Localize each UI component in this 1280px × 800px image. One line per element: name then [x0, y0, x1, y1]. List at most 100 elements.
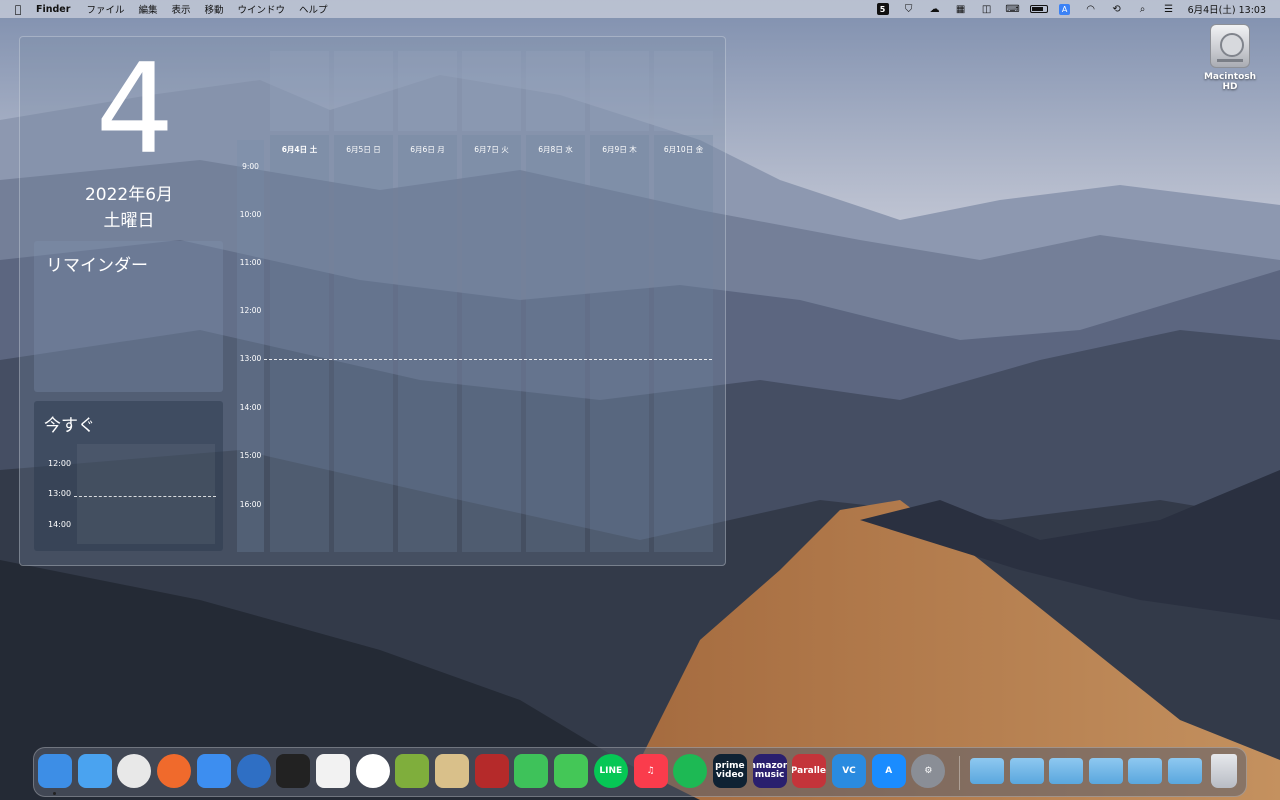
- day-column[interactable]: [334, 135, 393, 552]
- menu-window[interactable]: ウインドウ: [238, 2, 286, 16]
- day-column-header-area: [334, 51, 393, 131]
- now-panel[interactable]: 今すぐ 12:00 13:00 14:00: [34, 401, 223, 551]
- menu-bar:  Finder ファイル 編集 表示 移動 ウインドウ ヘルプ 5 ⛉ ☁ ▦…: [0, 0, 1280, 18]
- day-column-header-area: [590, 51, 649, 131]
- menu-edit[interactable]: 編集: [138, 2, 157, 16]
- day-column[interactable]: [654, 135, 713, 552]
- day-column[interactable]: [398, 135, 457, 552]
- parallels-icon-label: ||Parallels: [792, 765, 826, 776]
- split-screen-icon[interactable]: ◫: [974, 0, 1000, 18]
- amazon-music-icon-label: amazon music: [752, 761, 787, 780]
- five-badge-icon[interactable]: 5: [870, 0, 896, 18]
- pictures-folder-icon[interactable]: [1049, 758, 1083, 784]
- day-column[interactable]: [526, 135, 585, 552]
- safari-icon[interactable]: [77, 754, 112, 788]
- vs-code-icon[interactable]: VC: [832, 754, 866, 788]
- input-method-label: A: [1059, 3, 1071, 15]
- control-center-icon[interactable]: ☰: [1156, 0, 1182, 18]
- now-timeline: [77, 444, 215, 544]
- text-document-icon[interactable]: [315, 754, 350, 788]
- dropbox-folder-icon[interactable]: [1128, 758, 1162, 784]
- keyboard-icon[interactable]: ⌨: [1000, 0, 1026, 18]
- cloud-upload-icon[interactable]: ☁: [922, 0, 948, 18]
- week-hour-label: 16:00: [239, 500, 262, 509]
- app-store-icon[interactable]: A: [871, 754, 906, 788]
- preview-icon[interactable]: [435, 754, 469, 788]
- spotlight-search-icon[interactable]: ⌕: [1130, 0, 1156, 18]
- shield-icon[interactable]: ⛉: [896, 0, 922, 18]
- dock-separator: [959, 756, 960, 790]
- photo-booth-icon[interactable]: [474, 754, 509, 788]
- now-hour-label: 14:00: [48, 520, 72, 529]
- week-current-time-line: [264, 359, 712, 360]
- music-icon[interactable]: ♫: [633, 754, 668, 788]
- applications-folder-icon[interactable]: [970, 758, 1004, 784]
- menu-help[interactable]: ヘルプ: [299, 2, 328, 16]
- system-preferences-icon-label: ⚙: [924, 765, 933, 776]
- layout-icon[interactable]: ▦: [948, 0, 974, 18]
- day-column[interactable]: [462, 135, 521, 552]
- chrome-icon[interactable]: [117, 754, 152, 788]
- thunderbird-icon[interactable]: [236, 754, 271, 788]
- reminders-title: リマインダー: [46, 256, 148, 276]
- day-header-today: 6月4日 土: [281, 145, 318, 154]
- messages-icon[interactable]: [554, 754, 589, 788]
- app-store-icon-label: A: [885, 765, 893, 776]
- day-header: 6月6日 月: [410, 145, 445, 154]
- cloud-folder-icon[interactable]: [1088, 758, 1123, 784]
- menu-clock[interactable]: 6月4日(土) 13:03: [1188, 2, 1266, 16]
- battery-icon[interactable]: [1026, 0, 1052, 18]
- finder-running-indicator: [53, 792, 56, 795]
- facetime-icon[interactable]: [514, 754, 549, 788]
- calendar-widget[interactable]: 4 2022年6月 土曜日 リマインダー 今すぐ 12:00 13:00 14:…: [19, 36, 726, 566]
- time-machine-icon[interactable]: ⟲: [1104, 0, 1130, 18]
- wifi-icon[interactable]: ◠: [1078, 0, 1104, 18]
- line-icon[interactable]: LINE: [593, 754, 628, 788]
- day-header: 6月8日 水: [538, 145, 573, 154]
- terminal-icon[interactable]: [276, 754, 311, 788]
- input-method-icon[interactable]: A: [1052, 0, 1078, 18]
- app-store-folder-icon[interactable]: [1009, 758, 1044, 784]
- apple-icon[interactable]: : [0, 3, 36, 16]
- spotify-icon[interactable]: [673, 754, 708, 788]
- hard-drive-icon: [1210, 24, 1250, 68]
- day-header: 6月7日 火: [474, 145, 509, 154]
- menu-view[interactable]: 表示: [171, 2, 190, 16]
- reminders-panel[interactable]: リマインダー: [34, 241, 223, 392]
- now-current-time-line: [74, 496, 216, 497]
- downloads-folder-icon[interactable]: [1167, 758, 1202, 784]
- now-hour-label: 13:00: [48, 489, 72, 498]
- system-preferences-icon[interactable]: ⚙: [911, 754, 946, 788]
- prime-video-icon-label: prime video: [715, 761, 745, 780]
- now-title: 今すぐ: [44, 416, 95, 436]
- week-hour-label: 12:00: [239, 306, 262, 315]
- day-header: 6月9日 木: [602, 145, 637, 154]
- finder-icon[interactable]: [38, 754, 72, 788]
- day-column[interactable]: [590, 135, 649, 552]
- evernote-icon[interactable]: [355, 754, 390, 788]
- firefox-icon[interactable]: [157, 754, 192, 788]
- week-hour-label: 11:00: [239, 258, 262, 267]
- date-weekday: 土曜日: [103, 211, 155, 231]
- macintosh-hd-desktop-icon[interactable]: Macintosh HD: [1196, 24, 1264, 92]
- status-area: 5 ⛉ ☁ ▦ ◫ ⌨ A ◠ ⟲ ⌕ ☰ 6月4日(土) 13:03: [870, 0, 1280, 18]
- mail-icon[interactable]: [196, 754, 231, 788]
- parallels-icon[interactable]: ||Parallels: [792, 754, 827, 788]
- day-column-header-area: [270, 51, 329, 131]
- line-icon-label: LINE: [599, 765, 623, 776]
- week-hour-label: 14:00: [239, 403, 262, 412]
- trash-icon[interactable]: [1211, 754, 1237, 788]
- day-column[interactable]: [270, 135, 329, 552]
- menu-app-name[interactable]: Finder: [36, 4, 70, 15]
- now-hour-label: 12:00: [48, 459, 72, 468]
- day-header: 6月10日 金: [663, 145, 704, 154]
- writing-app-icon[interactable]: [395, 754, 430, 788]
- menu-go[interactable]: 移動: [204, 2, 223, 16]
- day-column-header-area: [654, 51, 713, 131]
- day-column-header-area: [526, 51, 585, 131]
- amazon-music-icon[interactable]: amazon music: [752, 754, 787, 788]
- five-badge-label: 5: [876, 3, 889, 15]
- menu-file[interactable]: ファイル: [86, 2, 124, 16]
- prime-video-icon[interactable]: prime video: [712, 754, 747, 788]
- date-year-month: 2022年6月: [84, 185, 174, 205]
